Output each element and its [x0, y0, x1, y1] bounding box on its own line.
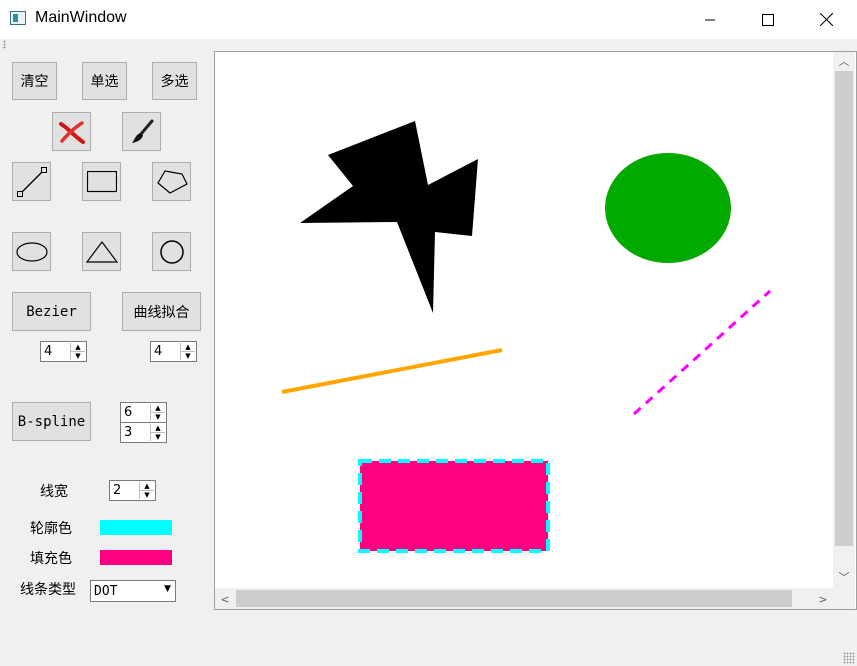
spin-down-icon[interactable]: ▼ — [181, 352, 195, 360]
scroll-left-icon[interactable]: < — [216, 590, 234, 608]
bspline-degree-spinbox[interactable]: 3 ▲ ▼ — [120, 422, 167, 443]
magenta-dashed-line-shape[interactable] — [632, 289, 772, 416]
vertical-scroll-thumb[interactable] — [835, 71, 853, 546]
scroll-right-icon[interactable]: > — [814, 590, 832, 608]
delete-x-icon — [58, 120, 85, 144]
outline-color-swatch[interactable] — [100, 520, 172, 535]
brush-button[interactable] — [122, 112, 161, 151]
fill-color-swatch[interactable] — [100, 550, 172, 565]
bspline-degree-value: 3 — [124, 425, 133, 440]
line-type-select[interactable]: DOT ▼ — [90, 580, 176, 602]
clear-button[interactable]: 清空 — [12, 62, 57, 100]
polygon-tool-button[interactable] — [152, 162, 191, 201]
line-tool-icon — [16, 166, 47, 197]
spin-up-icon[interactable]: ▲ — [151, 424, 165, 433]
single-select-button[interactable]: 单选 — [82, 62, 127, 100]
line-width-spinbox[interactable]: 2 ▲ ▼ — [109, 480, 156, 501]
spin-up-icon[interactable]: ▲ — [71, 343, 85, 352]
curve-fit-count-value: 4 — [154, 344, 163, 359]
toolbar-handle[interactable] — [3, 40, 6, 49]
line-width-label: 线宽 — [40, 484, 68, 500]
delete-button[interactable] — [52, 112, 91, 151]
scroll-up-icon[interactable]: ︿ — [835, 52, 853, 70]
spin-up-icon[interactable]: ▲ — [151, 404, 165, 413]
triangle-tool-button[interactable] — [82, 232, 121, 271]
bezier-count-value: 4 — [44, 344, 53, 359]
multi-select-button[interactable]: 多选 — [152, 62, 197, 100]
curve-fit-count-spinbox[interactable]: 4 ▲ ▼ — [150, 341, 197, 362]
spin-down-icon[interactable]: ▼ — [151, 413, 165, 421]
brush-icon — [131, 119, 153, 143]
triangle-tool-icon — [85, 240, 118, 263]
spin-down-icon[interactable]: ▼ — [140, 491, 154, 499]
rectangle-tool-icon — [86, 170, 117, 192]
minimize-button[interactable] — [681, 0, 739, 39]
app-icon — [10, 11, 26, 25]
line-type-label: 线条类型 — [20, 582, 76, 598]
spin-up-icon[interactable]: ▲ — [181, 343, 195, 352]
horizontal-scroll-thumb[interactable] — [236, 590, 792, 607]
spin-up-icon[interactable]: ▲ — [140, 482, 154, 491]
close-icon — [819, 13, 833, 26]
resize-grip[interactable] — [843, 652, 855, 664]
orange-line-shape[interactable] — [281, 348, 503, 394]
chevron-down-icon: ▼ — [164, 584, 171, 594]
bezier-button[interactable]: Bezier — [12, 292, 91, 331]
line-type-value: DOT — [94, 584, 118, 599]
spin-down-icon[interactable]: ▼ — [71, 352, 85, 360]
scroll-down-icon[interactable]: ﹀ — [835, 568, 853, 586]
bspline-count-spinbox[interactable]: 6 ▲ ▼ — [120, 402, 167, 423]
maximize-button[interactable] — [739, 0, 797, 39]
outline-color-label: 轮廓色 — [30, 521, 72, 537]
fill-color-label: 填充色 — [30, 551, 72, 567]
bspline-count-value: 6 — [124, 405, 133, 420]
status-bar — [0, 611, 857, 666]
spin-down-icon[interactable]: ▼ — [151, 433, 165, 441]
green-ellipse-shape[interactable] — [605, 153, 731, 263]
minimize-icon — [705, 19, 715, 20]
curve-fit-button[interactable]: 曲线拟合 — [122, 292, 201, 331]
scroll-corner — [834, 589, 855, 609]
polygon-tool-icon — [156, 169, 188, 194]
canvas-shapes — [281, 121, 772, 553]
toolbar-strip — [0, 39, 857, 51]
window-title: MainWindow — [35, 9, 127, 26]
rectangle-tool-button[interactable] — [82, 162, 121, 201]
black-polygon-shape[interactable] — [300, 121, 478, 313]
close-button[interactable] — [797, 0, 855, 39]
pink-rectangle-shape[interactable] — [358, 459, 550, 553]
ellipse-tool-button[interactable] — [12, 232, 51, 271]
ellipse-tool-icon — [15, 241, 48, 262]
line-width-value: 2 — [113, 483, 122, 498]
bspline-button[interactable]: B-spline — [12, 402, 91, 441]
bezier-count-spinbox[interactable]: 4 ▲ ▼ — [40, 341, 87, 362]
maximize-icon — [762, 13, 774, 26]
line-tool-button[interactable] — [12, 162, 51, 201]
circle-tool-icon — [159, 239, 184, 264]
circle-tool-button[interactable] — [152, 232, 191, 271]
